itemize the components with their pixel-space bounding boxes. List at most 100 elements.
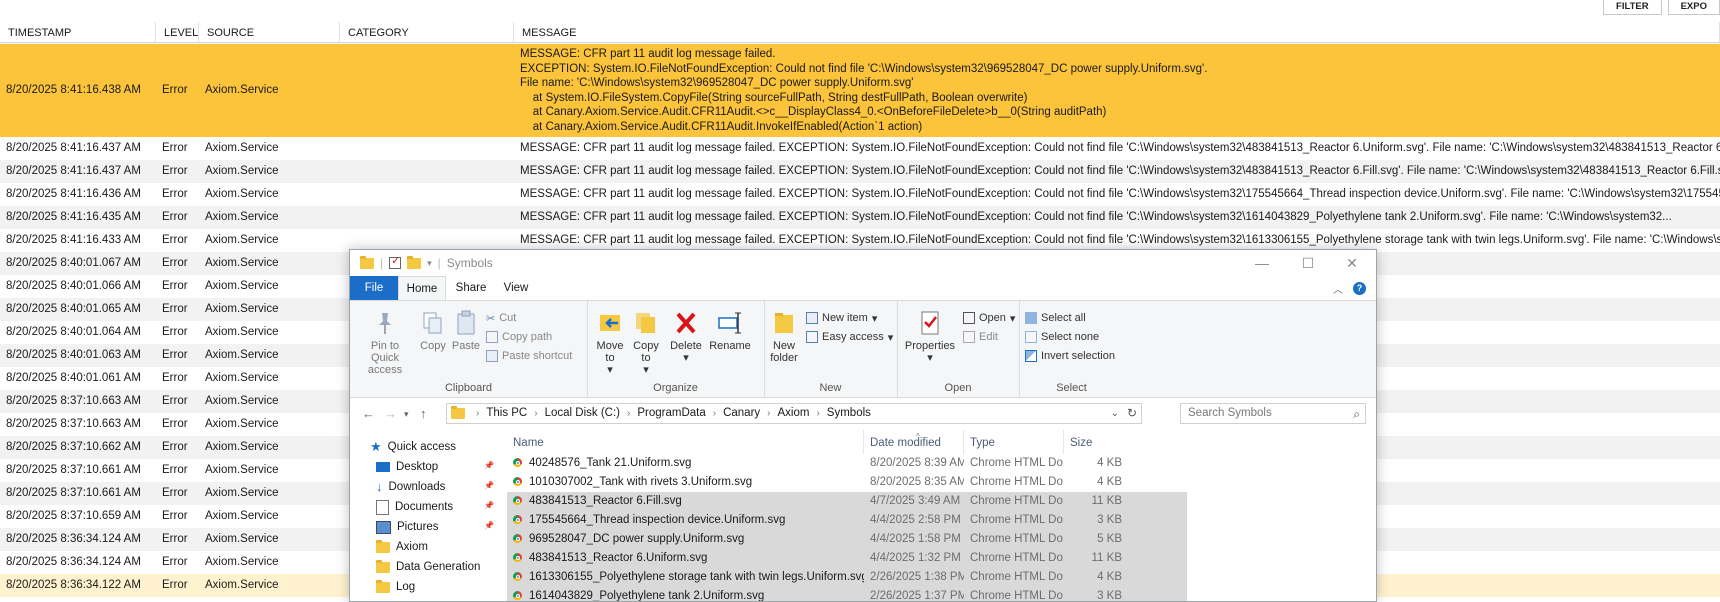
invert-selection-button[interactable]: Invert selection <box>1025 348 1115 364</box>
tab-home[interactable]: Home <box>398 276 446 300</box>
file-row[interactable]: 483841513_Reactor 6.Fill.svg 4/7/2025 3:4… <box>507 492 1187 511</box>
nav-item[interactable]: ★ Quick access <box>370 436 456 458</box>
forward-icon[interactable]: → <box>384 406 397 421</box>
file-row[interactable]: 969528047_DC power supply.Uniform.svg 4/4… <box>507 530 1187 549</box>
paste-shortcut-icon <box>486 350 498 362</box>
nav-item[interactable]: Documents <box>376 496 453 518</box>
title-bar[interactable]: | ▾ | Symbols — ☐ ✕ <box>350 250 1376 276</box>
up-icon[interactable]: ↑ <box>420 406 427 421</box>
log-table-header: TIMESTAMP LEVEL SOURCE CATEGORY MESSAGE <box>0 22 1720 43</box>
cell-level: Error <box>162 556 188 568</box>
breadcrumb-separator[interactable]: › <box>809 404 826 423</box>
file-row[interactable]: 40248576_Tank 21.Uniform.svg 8/20/2025 8:… <box>507 454 1187 473</box>
copy-button[interactable]: Copy <box>418 309 448 352</box>
move-to-button[interactable]: Move to ▾ <box>593 309 627 376</box>
breadcrumb-separator[interactable]: › <box>527 404 544 423</box>
cut-button[interactable]: ✂ Cut <box>486 310 516 326</box>
breadcrumb-separator[interactable]: › <box>760 404 777 423</box>
tab-file[interactable]: File <box>350 276 398 300</box>
tab-view[interactable]: View <box>495 276 537 300</box>
cell-level: Error <box>162 579 188 591</box>
table-row[interactable]: 8/20/2025 8:41:16.437 AM Error Axiom.Servi… <box>0 160 1720 183</box>
column-header-message[interactable]: MESSAGE <box>514 22 1720 42</box>
rename-button[interactable]: Rename <box>708 309 752 352</box>
copy-to-button[interactable]: Copy to ▾ <box>629 309 663 376</box>
back-icon[interactable]: ← <box>362 406 375 421</box>
breadcrumb-item[interactable]: This PC <box>486 404 527 423</box>
file-name: 483841513_Reactor 6.Uniform.svg <box>529 552 708 564</box>
paste-shortcut-button[interactable]: Paste shortcut <box>486 348 572 364</box>
properties-button[interactable]: Properties ▾ <box>901 309 959 364</box>
cell-message: MESSAGE: CFR part 11 audit log message f… <box>520 188 1720 200</box>
breadcrumb-item[interactable]: Symbols <box>827 404 871 423</box>
column-header-category[interactable]: CATEGORY <box>340 22 514 42</box>
easy-access-button[interactable]: Easy access ▾ <box>806 329 893 345</box>
copy-path-button[interactable]: Copy path <box>486 329 552 345</box>
nav-item[interactable]: ↓ Downloads <box>376 476 445 498</box>
delete-button[interactable]: Delete ▾ <box>667 309 705 364</box>
recent-locations-icon[interactable]: ▾ <box>404 409 409 420</box>
tab-share[interactable]: Share <box>450 276 492 300</box>
nav-item-label: Axiom <box>396 541 428 553</box>
cell-timestamp: 8/20/2025 8:41:16.437 AM <box>6 165 141 177</box>
column-header-date-modified[interactable]: Date modified ^ <box>864 430 964 454</box>
nav-item[interactable]: Pictures <box>376 516 439 538</box>
breadcrumb-separator[interactable]: › <box>469 404 486 423</box>
new-folder-button[interactable]: New folder <box>768 309 800 364</box>
edit-button[interactable]: Edit <box>963 329 998 345</box>
new-item-button[interactable]: New item ▾ <box>806 310 877 326</box>
file-row[interactable]: 1010307002_Tank with rivets 3.Uniform.sv… <box>507 473 1187 492</box>
nav-item[interactable]: Axiom <box>376 536 428 558</box>
file-row[interactable]: 483841513_Reactor 6.Uniform.svg 4/4/2025 … <box>507 549 1187 568</box>
nav-item[interactable]: Data Generation <box>376 556 480 578</box>
file-explorer-window[interactable]: | ▾ | Symbols — ☐ ✕ File Home Share View… <box>349 249 1377 602</box>
cell-category <box>340 160 514 183</box>
breadcrumb-item[interactable]: ProgramData <box>637 404 705 423</box>
cell-source: Axiom.Service <box>205 372 279 384</box>
export-button[interactable]: EXPO <box>1667 0 1720 15</box>
top-toolbar: FILTER EXPO <box>1603 0 1720 16</box>
breadcrumb-separator[interactable]: › <box>620 404 637 423</box>
clipboard-group: Pin to Quick access Copy Paste ✂ Cut Copy… <box>350 301 588 397</box>
customize-qat-icon[interactable]: ▾ <box>427 258 432 269</box>
minimize-icon[interactable]: — <box>1240 250 1284 276</box>
cut-label: Cut <box>499 312 517 324</box>
file-name: 483841513_Reactor 6.Fill.svg <box>529 495 682 507</box>
column-header-name[interactable]: Name <box>507 430 864 454</box>
table-row[interactable]: 8/20/2025 8:41:16.435 AM Error Axiom.Servi… <box>0 206 1720 229</box>
column-header-size[interactable]: Size <box>1064 430 1130 454</box>
search-input[interactable]: Search Symbols ⌕ <box>1180 403 1366 424</box>
file-row[interactable]: 1613306155_Polyethylene storage tank wit… <box>507 568 1187 587</box>
cell-source: Axiom.Service <box>205 326 279 338</box>
file-row[interactable]: 175545664_Thread inspection device.Unifo… <box>507 511 1187 530</box>
breadcrumb-item[interactable]: Local Disk (C:) <box>545 404 620 423</box>
open-button[interactable]: Open ▾ <box>963 310 1015 326</box>
paste-button[interactable]: Paste <box>450 309 482 352</box>
select-none-button[interactable]: Select none <box>1025 329 1099 345</box>
address-dropdown-icon[interactable]: ⌄ <box>1111 404 1119 423</box>
help-icon[interactable]: ? <box>1353 282 1366 295</box>
maximize-icon[interactable]: ☐ <box>1286 250 1330 276</box>
filter-button[interactable]: FILTER <box>1603 0 1662 15</box>
column-header-level[interactable]: LEVEL <box>156 22 199 42</box>
nav-item[interactable]: Desktop <box>376 456 438 478</box>
column-header-source[interactable]: SOURCE <box>199 22 340 42</box>
collapse-ribbon-icon[interactable]: ︿ <box>1333 281 1343 296</box>
refresh-icon[interactable]: ↻ <box>1127 404 1137 423</box>
table-row[interactable]: 8/20/2025 8:41:16.436 AM Error Axiom.Servi… <box>0 183 1720 206</box>
folder-icon <box>360 255 374 269</box>
address-bar[interactable]: › This PC › Local Disk (C:) › ProgramData › Ca… <box>446 403 1142 424</box>
column-header-type[interactable]: Type <box>964 430 1064 454</box>
breadcrumb-item[interactable]: Canary <box>723 404 760 423</box>
table-row-selected[interactable]: 8/20/2025 8:41:16.438 AM Error Axiom.Ser… <box>0 44 1720 137</box>
column-header-timestamp[interactable]: TIMESTAMP <box>0 22 156 42</box>
pin-to-quick-access-button[interactable]: Pin to Quick access <box>356 309 414 376</box>
breadcrumb-item[interactable]: Axiom <box>778 404 810 423</box>
table-row[interactable]: 8/20/2025 8:41:16.437 AM Error Axiom.Servi… <box>0 137 1720 160</box>
properties-icon[interactable] <box>389 254 402 269</box>
select-all-button[interactable]: Select all <box>1025 310 1086 326</box>
breadcrumb-separator[interactable]: › <box>706 404 723 423</box>
new-folder-icon[interactable] <box>407 255 422 269</box>
nav-item[interactable]: Log <box>376 576 415 598</box>
close-icon[interactable]: ✕ <box>1330 250 1374 276</box>
